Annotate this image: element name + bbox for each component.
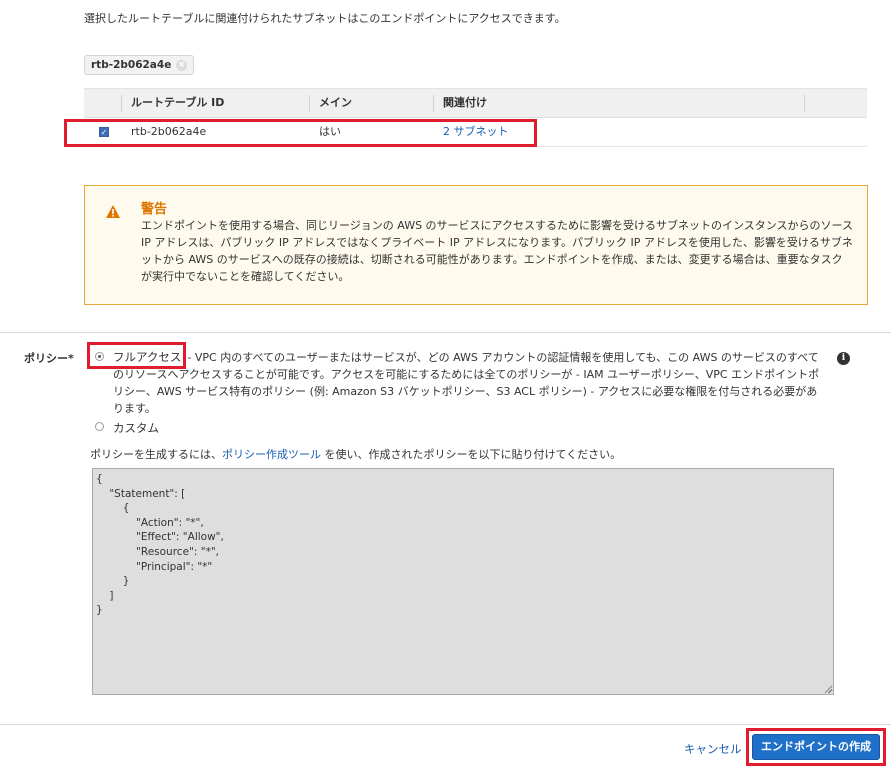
column-separator	[309, 95, 310, 112]
column-separator	[804, 95, 805, 112]
token-label: rtb-2b062a4e	[91, 59, 172, 71]
resize-handle-icon[interactable]	[824, 685, 832, 693]
highlight-box-create	[746, 728, 886, 766]
close-icon[interactable]: ×	[176, 59, 188, 71]
generator-suffix: を使い、作成されたポリシーを以下に貼り付けてください。	[321, 448, 622, 461]
description-text: 選択したルートテーブルに関連付けられたサブネットはこのエンドポイントにアクセスで…	[84, 12, 566, 25]
highlight-box-route-row	[64, 119, 537, 147]
policy-label: ポリシー*	[24, 352, 74, 365]
column-header-associations[interactable]: 関連付け	[443, 89, 487, 117]
full-access-description: - VPC 内のすべてのユーザーまたはサービスが、どの AWS アカウントの認証…	[113, 351, 820, 415]
generator-prefix: ポリシーを生成するには、	[90, 448, 222, 461]
divider	[0, 724, 891, 725]
custom-radio[interactable]	[95, 422, 104, 431]
route-table-header: ルートテーブル ID メイン 関連付け	[84, 88, 867, 118]
warning-icon	[106, 205, 120, 218]
info-icon[interactable]: i	[837, 352, 850, 365]
warning-box: 警告 エンドポイントを使用する場合、同じリージョンの AWS のサービスにアクセ…	[84, 185, 868, 305]
column-separator	[121, 95, 122, 112]
custom-label[interactable]: カスタム	[113, 420, 159, 436]
policy-generator-text: ポリシーを生成するには、ポリシー作成ツール を使い、作成されたポリシーを以下に貼…	[90, 446, 621, 462]
full-access-option: フルアクセス - VPC 内のすべてのユーザーまたはサービスが、どの AWS アカ…	[113, 349, 828, 417]
divider	[0, 332, 891, 333]
column-header-main[interactable]: メイン	[319, 89, 352, 117]
warning-body: エンドポイントを使用する場合、同じリージョンの AWS のサービスにアクセスする…	[141, 219, 854, 283]
warning-title: 警告	[141, 202, 168, 217]
column-separator	[433, 95, 434, 112]
highlight-box-full-access	[87, 342, 186, 369]
cancel-button[interactable]: キャンセル	[684, 741, 742, 757]
selected-route-table-token: rtb-2b062a4e ×	[84, 55, 195, 75]
column-header-route-table-id[interactable]: ルートテーブル ID	[131, 89, 224, 117]
policy-editor-wrapper	[92, 468, 834, 695]
policy-generator-link[interactable]: ポリシー作成ツール	[222, 448, 321, 461]
policy-document-textarea[interactable]	[92, 468, 834, 695]
